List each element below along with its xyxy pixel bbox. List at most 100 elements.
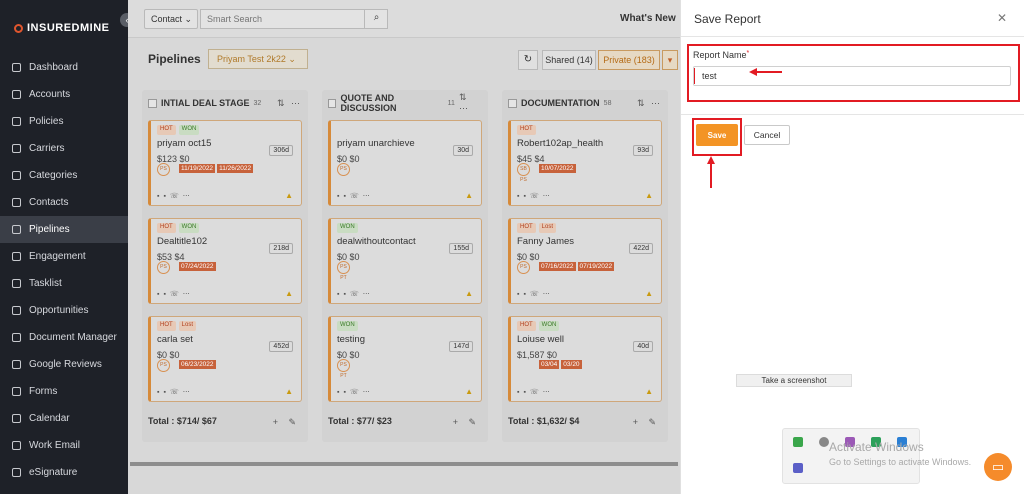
deal-age: 218d	[269, 243, 293, 254]
sidebar-item-label: Engagement	[29, 251, 86, 262]
deal-card[interactable]: WON dealwithoutcontact $0 $0 155d PS PT ▪▪☏⋯ ▲	[328, 218, 482, 304]
sidebar-item-forms[interactable]: Forms	[0, 378, 128, 405]
sidebar-item-esignature[interactable]: eSignature	[0, 459, 128, 486]
add-edit-icon[interactable]: + ✎	[633, 417, 660, 428]
sidebar-item-engagement[interactable]: Engagement	[0, 243, 128, 270]
teams-icon[interactable]	[793, 463, 803, 473]
sidebar-item-categories[interactable]: Categories	[0, 162, 128, 189]
deal-card[interactable]: WON testing $0 $0 147d PS PT ▪▪☏⋯ ▲	[328, 316, 482, 402]
avatar[interactable]: PS	[157, 261, 170, 274]
more-icon[interactable]: ⇅ ⋯	[637, 98, 662, 109]
card-actions[interactable]: ▪▪☏⋯	[517, 192, 554, 200]
smart-search-input[interactable]	[200, 9, 388, 29]
deal-card[interactable]: HOT Lost carla set $0 $0 452d PS 06/23/2022 ▪▪☏…	[148, 316, 302, 402]
cloud-icon[interactable]	[819, 437, 829, 447]
column-header: DOCUMENTATION 58 ⇅ ⋯	[502, 90, 668, 116]
card-actions[interactable]: ▪▪☏⋯	[337, 290, 374, 298]
activate-windows-title: Activate Windows	[829, 440, 924, 454]
chat-icon[interactable]: ▭	[984, 453, 1012, 481]
card-actions[interactable]: ▪▪☏⋯	[517, 388, 554, 396]
column-checkbox[interactable]	[508, 98, 517, 108]
deal-card[interactable]: HOT WON priyam oct15 $123 $0 306d PS 11/19/202…	[148, 120, 302, 206]
forms-icon	[12, 387, 21, 396]
pipeline-select[interactable]: Priyam Test 2k22 ⌄	[208, 49, 308, 69]
sidebar-item-contacts[interactable]: Contacts	[0, 189, 128, 216]
avatar[interactable]: SB PS	[517, 163, 530, 183]
refresh-icon[interactable]: ↻	[518, 50, 538, 70]
private-button[interactable]: Private (183)	[598, 50, 660, 70]
search-icon[interactable]: ⌕	[364, 9, 388, 29]
cancel-button[interactable]: Cancel	[744, 125, 790, 145]
avatar[interactable]: PS	[337, 163, 350, 176]
filter-icon[interactable]: ▾	[662, 50, 678, 70]
sidebar-item-work-email[interactable]: Work Email	[0, 432, 128, 459]
status-badge: Lost	[178, 321, 197, 331]
close-icon[interactable]: ✕	[997, 11, 1007, 25]
horizontal-scrollbar[interactable]	[130, 462, 678, 466]
deal-card[interactable]: HOT Robert102ap_health $45 $4 93d SB PS 10/07…	[508, 120, 662, 206]
contacts-icon	[12, 198, 21, 207]
card-actions[interactable]: ▪▪☏⋯	[157, 192, 194, 200]
date-badge: 07/24/2022	[179, 262, 216, 271]
deal-card[interactable]: HOT WON Loiuse well $1,587 $0 40d 03/04 03/20 ▪…	[508, 316, 662, 402]
deal-tags: HOT WON	[157, 125, 295, 135]
annotation-arrow-icon	[749, 68, 782, 76]
column-count: 32	[253, 99, 262, 107]
check-icon[interactable]	[793, 437, 803, 447]
sidebar-item-document-manager[interactable]: Document Manager	[0, 324, 128, 351]
contact-type-select[interactable]: Contact ⌄	[144, 9, 198, 29]
pipeline-column: DOCUMENTATION 58 ⇅ ⋯ HOT Robert102ap_health $…	[502, 90, 668, 442]
column-checkbox[interactable]	[328, 98, 337, 108]
more-icon[interactable]: ⇅ ⋯	[459, 92, 482, 114]
date-badge: 07/16/2022	[539, 262, 576, 271]
card-actions[interactable]: ▪▪☏⋯	[157, 388, 194, 396]
accounts-icon	[12, 90, 21, 99]
app-logo[interactable]: INSUREDMINE	[14, 22, 110, 34]
shared-button[interactable]: Shared (14)	[542, 50, 596, 70]
add-edit-icon[interactable]: + ✎	[453, 417, 480, 428]
sidebar-item-policies[interactable]: Policies	[0, 108, 128, 135]
save-report-panel: Save Report ✕ Report Name* Save Cancel	[680, 0, 1024, 494]
whats-new-link[interactable]: What's New	[620, 13, 676, 24]
sidebar-item-label: Google Reviews	[29, 359, 102, 370]
column-checkbox[interactable]	[148, 98, 157, 108]
date-badge: 10/07/2022	[539, 164, 576, 173]
avatar[interactable]: PS	[157, 359, 170, 372]
sidebar-item-accounts[interactable]: Accounts	[0, 81, 128, 108]
system-tray-popup	[782, 428, 920, 484]
card-actions[interactable]: ▪▪☏⋯	[337, 388, 374, 396]
status-badge: HOT	[517, 223, 536, 233]
sidebar-item-dashboard[interactable]: Dashboard	[0, 54, 128, 81]
card-actions[interactable]: ▪▪☏⋯	[157, 290, 194, 298]
avatar[interactable]: PS PT	[337, 261, 350, 281]
card-actions[interactable]: ▪▪☏⋯	[517, 290, 554, 298]
page-title: Pipelines	[148, 52, 201, 66]
date-badge: 11/26/2022	[217, 164, 254, 173]
avatar[interactable]: PS	[517, 261, 530, 274]
deal-card[interactable]: HOT Lost Fanny James $0 $0 422d PS 07/16/2022 0…	[508, 218, 662, 304]
save-button[interactable]: Save	[696, 124, 738, 146]
warning-icon: ▲	[465, 191, 473, 200]
add-edit-icon[interactable]: + ✎	[273, 417, 300, 428]
pipeline-column: INTIAL DEAL STAGE 32 ⇅ ⋯ HOT WON priyam oct15…	[142, 90, 308, 442]
engagement-icon	[12, 252, 21, 261]
date-badge: 06/23/2022	[179, 360, 216, 369]
sidebar-item-opportunities[interactable]: Opportunities	[0, 297, 128, 324]
report-name-input[interactable]	[693, 66, 1011, 86]
deal-tags: WON	[337, 223, 475, 233]
sidebar-item-pipelines[interactable]: Pipelines	[0, 216, 128, 243]
sidebar-item-tasklist[interactable]: Tasklist	[0, 270, 128, 297]
avatar[interactable]: PS	[157, 163, 170, 176]
sidebar-item-carriers[interactable]: Carriers	[0, 135, 128, 162]
deal-card[interactable]: priyam unarchieve $0 $0 30d PS ▪▪☏⋯ ▲	[328, 120, 482, 206]
sidebar-item-google-reviews[interactable]: Google Reviews	[0, 351, 128, 378]
sidebar-item-calendar[interactable]: Calendar	[0, 405, 128, 432]
column-title: DOCUMENTATION	[521, 98, 600, 108]
avatar[interactable]: PS PT	[337, 359, 350, 379]
more-icon[interactable]: ⇅ ⋯	[277, 98, 302, 109]
pipeline-bar: Pipelines Priyam Test 2k22 ⌄ ↻ Shared (1…	[128, 38, 680, 84]
sidebar-item-label: Document Manager	[29, 332, 117, 343]
card-actions[interactable]: ▪▪☏⋯	[337, 192, 374, 200]
deal-card[interactable]: HOT WON Dealtitle102 $53 $4 218d PS 07/24/2022…	[148, 218, 302, 304]
main-content: Contact ⌄ ⌕ What's New Pipelines Priyam …	[128, 0, 680, 494]
